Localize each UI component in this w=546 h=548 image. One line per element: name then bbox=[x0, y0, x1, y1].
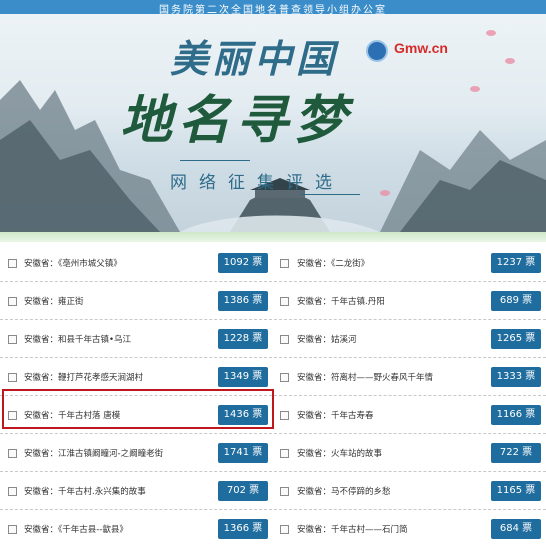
list-item: 安徽省：《千年古县--歙县》 1366 票 bbox=[0, 510, 273, 548]
item-name: 安徽省：《亳州市城父镇》 bbox=[24, 259, 122, 269]
item-name: 安徽省：千年古镇.丹阳 bbox=[297, 297, 385, 307]
list-item: 安徽省：姑溪河 1265 票 bbox=[273, 320, 546, 358]
list-item: 安徽省：千年古寿春 1166 票 bbox=[273, 396, 546, 434]
list-row: 安徽省：雍正街 1386 票 安徽省：千年古镇.丹阳 689 票 bbox=[0, 282, 546, 320]
banner-title-line2: 地名寻梦 bbox=[120, 90, 353, 151]
select-checkbox[interactable] bbox=[8, 449, 17, 458]
item-name: 安徽省：符离村——野火春风千年情 bbox=[297, 373, 434, 383]
item-name: 安徽省：和县千年古镇•乌江 bbox=[24, 335, 132, 345]
select-checkbox[interactable] bbox=[8, 297, 17, 306]
select-checkbox[interactable] bbox=[280, 297, 289, 306]
highlight-box bbox=[2, 389, 274, 429]
top-bar: 国务院第二次全国地名普查领导小组办公室 bbox=[0, 0, 546, 16]
item-name: 安徽省：千年古村.永兴集的故事 bbox=[24, 487, 146, 497]
vote-button[interactable]: 722 票 bbox=[491, 443, 541, 463]
list-row: 安徽省：和县千年古镇•乌江 1228 票 安徽省：姑溪河 1265 票 bbox=[0, 320, 546, 358]
item-name: 安徽省：《二龙街》 bbox=[297, 259, 370, 269]
item-name: 安徽省：姑溪河 bbox=[297, 335, 357, 345]
petal-decoration bbox=[486, 30, 496, 36]
select-checkbox[interactable] bbox=[280, 335, 289, 344]
vote-button[interactable]: 1228 票 bbox=[218, 329, 268, 349]
item-name: 安徽省：《千年古县--歙县》 bbox=[24, 525, 128, 535]
vote-button[interactable]: 684 票 bbox=[491, 519, 541, 539]
vote-button[interactable]: 1349 票 bbox=[218, 367, 268, 387]
select-checkbox[interactable] bbox=[8, 259, 17, 268]
vote-button[interactable]: 1366 票 bbox=[218, 519, 268, 539]
list-item: 安徽省：千年古村.永兴集的故事 702 票 bbox=[0, 472, 273, 510]
vote-button[interactable]: 702 票 bbox=[218, 481, 268, 501]
list-row: 安徽省：《亳州市城父镇》 1092 票 安徽省：《二龙街》 1237 票 bbox=[0, 244, 546, 282]
vote-button[interactable]: 1165 票 bbox=[491, 481, 541, 501]
gmw-logo: Gmw.cn bbox=[394, 40, 448, 56]
subtitle-rule bbox=[180, 160, 250, 161]
subtitle-rule bbox=[300, 194, 360, 195]
item-name: 安徽省：千年古村——石门简 bbox=[297, 525, 408, 535]
select-checkbox[interactable] bbox=[280, 487, 289, 496]
select-checkbox[interactable] bbox=[8, 487, 17, 496]
section-divider bbox=[0, 232, 546, 242]
select-checkbox[interactable] bbox=[8, 373, 17, 382]
item-name: 安徽省：千年古寿春 bbox=[297, 411, 374, 421]
emblem-icon bbox=[366, 40, 388, 62]
item-name: 安徽省：雍正街 bbox=[24, 297, 84, 307]
list-item: 安徽省：马不停蹄的乡愁 1165 票 bbox=[273, 472, 546, 510]
list-item: 安徽省：火车站的故事 722 票 bbox=[273, 434, 546, 472]
list-item: 安徽省：《亳州市城父镇》 1092 票 bbox=[0, 244, 273, 282]
list-item: 安徽省：千年古村——石门简 684 票 bbox=[273, 510, 546, 548]
list-item: 安徽省：千年古镇.丹阳 689 票 bbox=[273, 282, 546, 320]
petal-decoration bbox=[380, 190, 390, 196]
list-item: 安徽省：雍正街 1386 票 bbox=[0, 282, 273, 320]
banner-subtitle: 网络征集评选 bbox=[170, 173, 344, 193]
vote-button[interactable]: 1741 票 bbox=[218, 443, 268, 463]
list-item: 安徽省：和县千年古镇•乌江 1228 票 bbox=[0, 320, 273, 358]
petal-decoration bbox=[505, 58, 515, 64]
select-checkbox[interactable] bbox=[8, 335, 17, 344]
item-name: 安徽省：江淮古镇阚疃河-之阚疃老街 bbox=[24, 449, 164, 459]
select-checkbox[interactable] bbox=[280, 449, 289, 458]
banner-title-line1: 美丽中国 bbox=[170, 36, 339, 81]
vote-button[interactable]: 689 票 bbox=[491, 291, 541, 311]
vote-button[interactable]: 1265 票 bbox=[491, 329, 541, 349]
vote-button[interactable]: 1166 票 bbox=[491, 405, 541, 425]
vote-button[interactable]: 1237 票 bbox=[491, 253, 541, 273]
list-row: 安徽省：《千年古县--歙县》 1366 票 安徽省：千年古村——石门简 684 … bbox=[0, 510, 546, 548]
list-row: 安徽省：江淮古镇阚疃河-之阚疃老街 1741 票 安徽省：火车站的故事 722 … bbox=[0, 434, 546, 472]
banner: 国务院第二次全国地名普查领导小组办公室 美丽中国 Gmw.cn 地名寻梦 网络征… bbox=[0, 0, 546, 232]
select-checkbox[interactable] bbox=[280, 373, 289, 382]
vote-button[interactable]: 1386 票 bbox=[218, 291, 268, 311]
vote-button[interactable]: 1092 票 bbox=[218, 253, 268, 273]
select-checkbox[interactable] bbox=[280, 411, 289, 420]
item-name: 安徽省：马不停蹄的乡愁 bbox=[297, 487, 391, 497]
item-name: 安徽省：鞭打芦花孝感天涧湖村 bbox=[24, 373, 144, 383]
office-title: 国务院第二次全国地名普查领导小组办公室 bbox=[159, 5, 387, 16]
item-name: 安徽省：火车站的故事 bbox=[297, 449, 383, 459]
list-item: 安徽省：符离村——野火春风千年情 1333 票 bbox=[273, 358, 546, 396]
list-item: 安徽省：江淮古镇阚疃河-之阚疃老街 1741 票 bbox=[0, 434, 273, 472]
vote-button[interactable]: 1333 票 bbox=[491, 367, 541, 387]
petal-decoration bbox=[470, 86, 480, 92]
select-checkbox[interactable] bbox=[280, 259, 289, 268]
list-row: 安徽省：千年古村.永兴集的故事 702 票 安徽省：马不停蹄的乡愁 1165 票 bbox=[0, 472, 546, 510]
list-item: 安徽省：《二龙街》 1237 票 bbox=[273, 244, 546, 282]
